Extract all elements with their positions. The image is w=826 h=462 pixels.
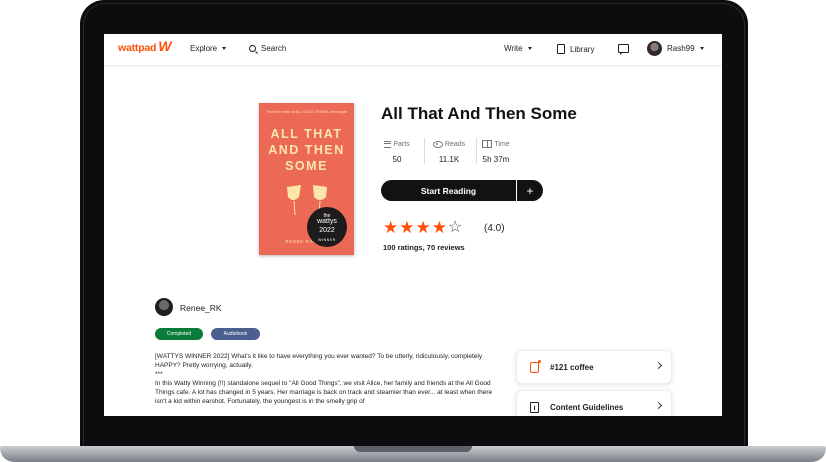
- stat-reads-label: Reads: [444, 140, 466, 148]
- avatar: [647, 41, 662, 56]
- stat-reads: Reads 11.1K: [428, 138, 470, 164]
- content-guidelines-label: Content Guidelines: [550, 402, 624, 412]
- ranking-icon: [530, 359, 541, 373]
- stat-reads-value: 11.1K: [438, 155, 460, 164]
- wattys-badge: the wattys 2022 WINNER: [307, 207, 347, 247]
- star-filled-icon: ★: [383, 218, 399, 237]
- badge-name: wattys: [317, 218, 337, 225]
- tag-audiobook[interactable]: Audiobook: [211, 328, 260, 340]
- username: Rash99: [667, 44, 695, 53]
- add-to-library-button[interactable]: +: [517, 180, 543, 201]
- chevron-right-icon: [654, 361, 663, 370]
- story-description: [WATTYS WINNER 2022] What's it like to h…: [155, 352, 496, 406]
- rating-value: (4.0): [484, 223, 505, 234]
- cover-tagline: From the writer of ALL GOOD THINGS, the …: [266, 110, 348, 118]
- search-icon: [249, 45, 256, 52]
- library-label: Library: [570, 44, 595, 54]
- description-paragraph: [WATTYS WINNER 2022] What's it like to h…: [155, 353, 483, 369]
- messages-icon[interactable]: [618, 44, 629, 55]
- eye-icon: [432, 140, 443, 148]
- write-menu[interactable]: Write: [504, 44, 532, 53]
- chevron-down-icon: [222, 47, 227, 50]
- book-open-icon: [482, 140, 493, 148]
- search-label: Search: [261, 44, 287, 53]
- explore-menu[interactable]: Explore: [190, 44, 227, 53]
- start-reading-button[interactable]: Start Reading: [381, 180, 516, 201]
- list-icon: [384, 140, 392, 148]
- author-avatar[interactable]: [155, 298, 173, 316]
- rating-stars[interactable]: ★ ★ ★ ★ ☆: [383, 219, 462, 236]
- content-guidelines-card[interactable]: Content Guidelines: [516, 390, 672, 416]
- badge-year: 2022: [319, 227, 335, 234]
- stat-time-label: Time: [494, 140, 510, 148]
- explore-label: Explore: [190, 44, 218, 53]
- badge-label: WINNER: [318, 238, 336, 242]
- rating-summary: 100 ratings, 70 reviews: [383, 243, 465, 252]
- star-filled-icon: ★: [431, 218, 447, 237]
- library-icon: [557, 44, 565, 54]
- browser-screen: wattpad W Explore Search Write Library Ra…: [104, 34, 722, 416]
- star-filled-icon: ★: [399, 218, 415, 237]
- book-cover[interactable]: From the writer of ALL GOOD THINGS, the …: [259, 103, 354, 255]
- user-menu[interactable]: Rash99: [647, 41, 704, 56]
- ranking-card[interactable]: #121 coffee: [516, 350, 672, 384]
- search-button[interactable]: Search: [249, 44, 286, 53]
- description-paragraph: In this Watty Winning (!!) standalone se…: [155, 380, 493, 405]
- cover-title-line: SOME: [285, 159, 328, 173]
- stat-parts-header: Parts: [376, 138, 418, 150]
- stat-parts-value: 50: [392, 155, 402, 164]
- stat-time-value: 5h 37m: [482, 155, 510, 164]
- library-link[interactable]: Library: [557, 44, 594, 54]
- stat-divider: [424, 138, 425, 164]
- chevron-down-icon: [699, 47, 704, 50]
- author-name[interactable]: Renee_RK: [180, 303, 222, 313]
- logo-text: wattpad: [118, 42, 157, 54]
- logo-mark: W: [158, 38, 172, 54]
- guidelines-icon: [530, 401, 539, 413]
- cover-title-line: ALL THAT: [270, 127, 343, 141]
- chevron-down-icon: [527, 47, 532, 50]
- star-empty-icon: ☆: [448, 219, 463, 236]
- star-filled-icon: ★: [415, 218, 431, 237]
- cover-title-line: AND THEN: [268, 143, 345, 157]
- ranking-label: #121 coffee: [550, 362, 594, 372]
- story-title: All That And Then Some: [381, 104, 577, 123]
- stat-time: Time 5h 37m: [475, 138, 517, 164]
- wattpad-logo[interactable]: wattpad W: [118, 38, 172, 54]
- chevron-right-icon: [654, 401, 663, 410]
- stat-reads-header: Reads: [428, 138, 470, 150]
- tag-completed[interactable]: Completed: [155, 328, 203, 340]
- description-separator: ***: [155, 371, 163, 378]
- laptop-notch: [354, 446, 472, 452]
- stat-parts: Parts 50: [376, 138, 418, 164]
- top-navigation: wattpad W Explore Search Write Library Ra…: [104, 34, 722, 65]
- stat-parts-label: Parts: [393, 140, 410, 148]
- cover-title: ALL THAT AND THEN SOME: [259, 126, 354, 174]
- stat-time-header: Time: [475, 138, 517, 150]
- write-label: Write: [504, 44, 523, 53]
